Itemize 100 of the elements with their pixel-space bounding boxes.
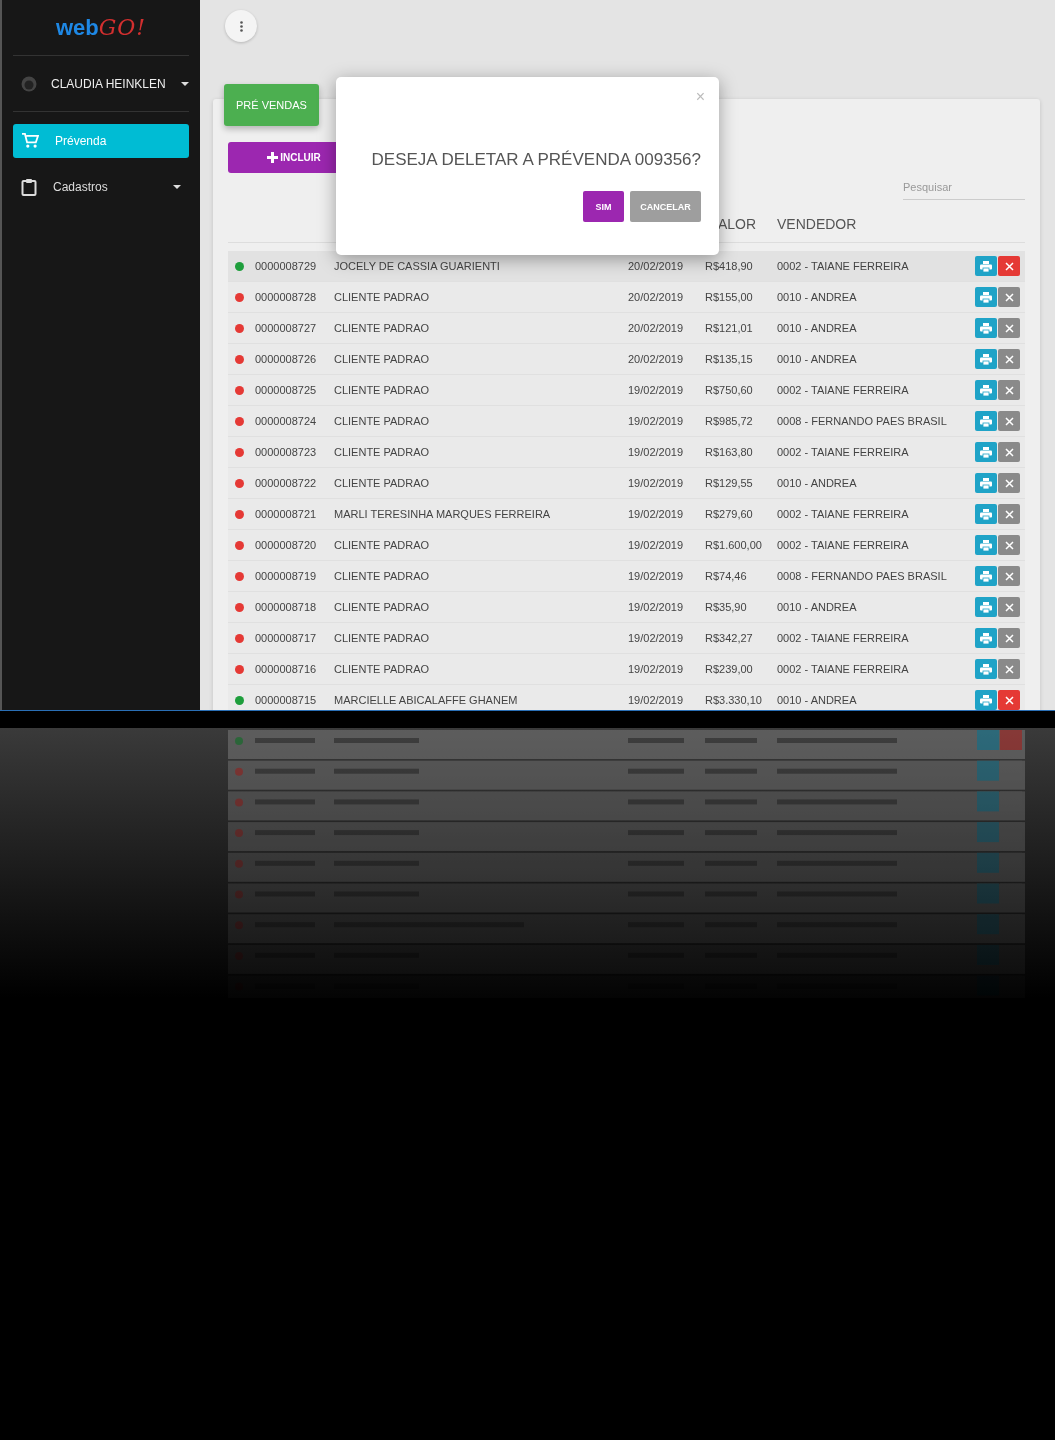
print-button[interactable]: [975, 349, 997, 369]
printer-icon: [980, 632, 992, 644]
print-button[interactable]: [975, 690, 997, 710]
table-cell-text: 0000008727: [255, 322, 318, 334]
caret-icon: [181, 81, 189, 86]
printer-icon: [980, 663, 992, 675]
delete-button[interactable]: [998, 659, 1020, 679]
more-icon: [239, 20, 243, 32]
user-name[interactable]: CLAUDIA HEINKLEN: [51, 76, 167, 91]
table-cell-text: CLIENTE PADRAO: [334, 446, 431, 458]
printer-icon: [980, 322, 992, 334]
printer-icon: [980, 601, 992, 613]
table-cell-text: 0010 - ANDREA: [777, 477, 858, 489]
close-icon: [1004, 292, 1014, 302]
table-cell-text: 0010 - ANDREA: [777, 353, 858, 365]
print-button[interactable]: [975, 256, 997, 276]
table-cell-text: CLIENTE PADRAO: [334, 663, 431, 675]
print-button[interactable]: [975, 411, 997, 431]
table-cell-text: R$135,15: [705, 353, 754, 365]
delete-button[interactable]: [998, 256, 1020, 276]
printer-icon: [980, 508, 992, 520]
table-cell-text: 20/02/2019: [628, 353, 685, 365]
close-icon: [1004, 633, 1014, 643]
close-icon: [1004, 323, 1014, 333]
print-button[interactable]: [975, 380, 997, 400]
delete-button[interactable]: [998, 535, 1020, 555]
dialog-message: DESEJA DELETAR A PRÉVENDA 009356?: [370, 149, 701, 171]
close-icon: [1004, 540, 1014, 550]
printer-icon: [980, 570, 992, 582]
delete-button[interactable]: [998, 504, 1020, 524]
table-cell-text: 0010 - ANDREA: [777, 291, 858, 303]
table-cell-text: R$418,90: [705, 260, 754, 272]
table-cell-text: 0010 - ANDREA: [777, 694, 858, 706]
table-cell-text: R$74,46: [705, 570, 748, 582]
delete-button[interactable]: [998, 349, 1020, 369]
table-cell-text: 0008 - FERNANDO PAES BRASIL: [777, 415, 948, 427]
delete-button[interactable]: [998, 442, 1020, 462]
delete-button[interactable]: [998, 318, 1020, 338]
table-cell-text: 0000008717: [255, 632, 318, 644]
close-icon: [1004, 416, 1014, 426]
table-cell-text: 19/02/2019: [628, 632, 685, 644]
print-button[interactable]: [975, 535, 997, 555]
close-icon: [1004, 664, 1014, 674]
delete-button[interactable]: [998, 690, 1020, 710]
table-cell-text: 0000008716: [255, 663, 318, 675]
table-cell-text: CLIENTE PADRAO: [334, 632, 431, 644]
printer-icon: [980, 384, 992, 396]
confirm-button[interactable]: SIM: [583, 191, 624, 222]
table-cell-text: R$163,80: [705, 446, 754, 458]
search-field[interactable]: Pesquisar: [903, 178, 1025, 200]
delete-button[interactable]: [998, 566, 1020, 586]
table-cell-text: 0002 - TAIANE FERREIRA: [777, 663, 910, 675]
more-menu-button[interactable]: [225, 10, 257, 42]
avatar-icon: [21, 75, 37, 92]
delete-button[interactable]: [998, 628, 1020, 648]
close-icon: [1004, 602, 1014, 612]
print-button[interactable]: [975, 597, 997, 617]
table-cell-text: 0000008725: [255, 384, 318, 396]
table-cell-text: MARLI TERESINHA MARQUES FERREIRA: [334, 508, 552, 520]
delete-button[interactable]: [998, 411, 1020, 431]
table-cell-text: 0000008729: [255, 260, 318, 272]
delete-button[interactable]: [998, 287, 1020, 307]
print-button[interactable]: [975, 628, 997, 648]
table-cell-text: 0000008726: [255, 353, 318, 365]
delete-button[interactable]: [998, 597, 1020, 617]
print-button[interactable]: [975, 473, 997, 493]
table-cell-text: CLIENTE PADRAO: [334, 570, 431, 582]
printer-icon: [980, 415, 992, 427]
caret-icon: [173, 185, 181, 189]
table-cell-text: R$35,90: [705, 601, 748, 613]
table-cell-text: 0002 - TAIANE FERREIRA: [777, 508, 910, 520]
table-cell-text: R$750,60: [705, 384, 754, 396]
print-button[interactable]: [975, 566, 997, 586]
sidebar-item[interactable]: Cadastros: [13, 170, 189, 204]
table-cell-text: R$1.600,00: [705, 539, 763, 551]
table-cell-text: 19/02/2019: [628, 570, 685, 582]
print-button[interactable]: [975, 318, 997, 338]
table-cell-text: 19/02/2019: [628, 663, 685, 675]
table-cell-text: 0000008720: [255, 539, 318, 551]
table-cell-text: JOCELY DE CASSIA GUARIENTI: [334, 260, 501, 272]
table-cell-text: 0002 - TAIANE FERREIRA: [777, 539, 910, 551]
print-button[interactable]: [975, 504, 997, 524]
print-button[interactable]: [975, 659, 997, 679]
table-cell-text: 19/02/2019: [628, 694, 685, 706]
delete-button[interactable]: [998, 380, 1020, 400]
table-cell-text: CLIENTE PADRAO: [334, 415, 431, 427]
delete-button[interactable]: [998, 473, 1020, 493]
table-cell-text: R$985,72: [705, 415, 754, 427]
plus-icon: [267, 152, 279, 163]
table-cell-text: 0000008721: [255, 508, 318, 520]
close-icon: [1004, 571, 1014, 581]
table-cell-text: 0002 - TAIANE FERREIRA: [777, 446, 910, 458]
table-cell-text: 0002 - TAIANE FERREIRA: [777, 260, 910, 272]
table-cell-text: CLIENTE PADRAO: [334, 539, 431, 551]
table-cell-text: 0000008723: [255, 446, 318, 458]
print-button[interactable]: [975, 442, 997, 462]
print-button[interactable]: [975, 287, 997, 307]
table-cell-text: CLIENTE PADRAO: [334, 477, 431, 489]
table-cell-text: 19/02/2019: [628, 446, 685, 458]
close-icon: [1004, 447, 1014, 457]
